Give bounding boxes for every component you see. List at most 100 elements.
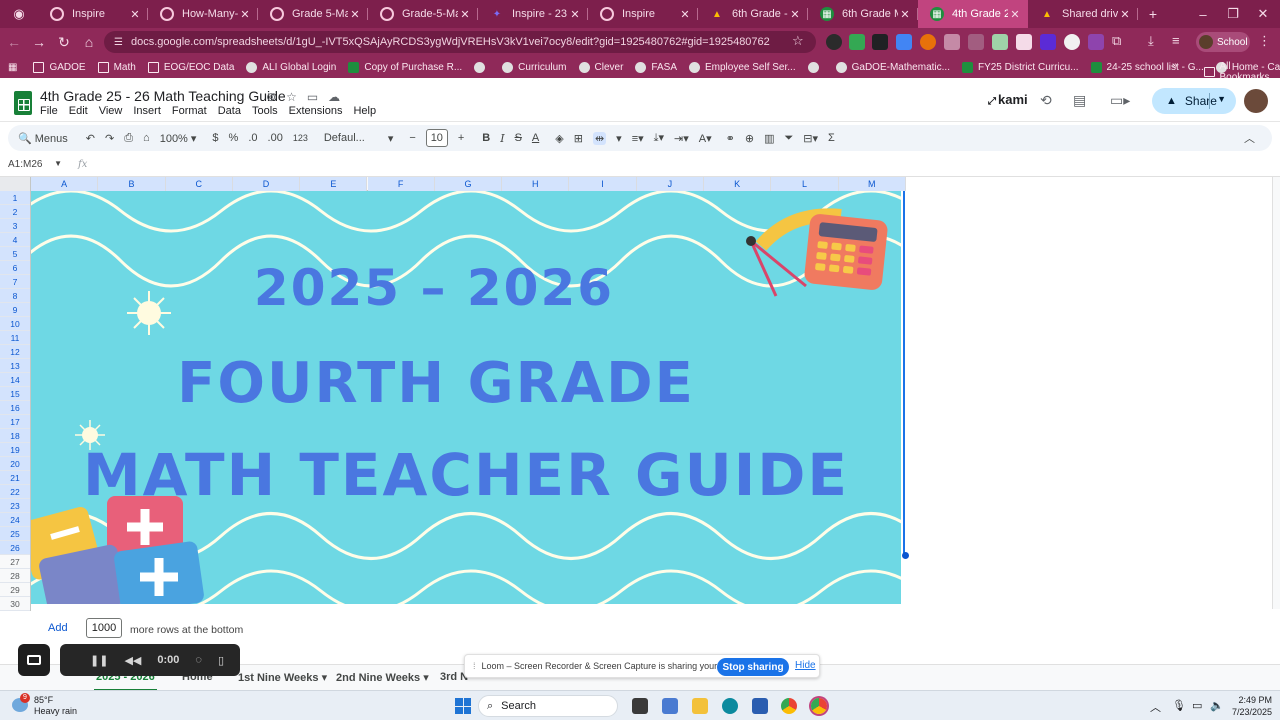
bookmark-item[interactable]: GADOE <box>33 61 86 73</box>
browser-tab[interactable]: ▲ Shared drives - G✕ <box>1028 0 1138 28</box>
column-header[interactable]: G <box>434 177 503 191</box>
font-select-chevron-icon[interactable]: ▾ <box>388 132 394 145</box>
sheet-tab[interactable]: 2nd Nine Weeks ▾ <box>336 671 429 684</box>
tray-overflow-icon[interactable]: ︿ <box>1150 699 1161 715</box>
apps-grid-icon[interactable]: ▦ <box>8 62 17 73</box>
restore-icon[interactable]: ❐ <box>1218 0 1248 28</box>
browser-tab[interactable]: Inspire ✕ <box>38 0 148 28</box>
title-banner-image[interactable]: 2025 – 2026 FOURTH GRADE MATH TEACHER GU… <box>31 191 901 604</box>
bookmark-item[interactable]: FASA <box>635 61 677 73</box>
row-header[interactable]: 30 <box>0 597 30 611</box>
row-header[interactable]: 2 <box>0 205 30 219</box>
loom-camera-button[interactable] <box>18 644 50 676</box>
star-icon[interactable]: ☆ <box>286 90 297 104</box>
trash-icon[interactable]: ▯ <box>218 654 224 667</box>
text-color-icon[interactable]: A <box>532 132 539 144</box>
site-info-icon[interactable]: ☰ <box>114 37 123 48</box>
row-header[interactable]: 6 <box>0 261 30 275</box>
drag-handle-icon[interactable]: ⁞ <box>473 661 476 671</box>
close-tab-icon[interactable]: ✕ <box>678 8 692 21</box>
close-tab-icon[interactable]: ✕ <box>348 8 362 21</box>
bookmark-item[interactable]: 24-25 school list - G... <box>1090 61 1204 73</box>
restart-icon[interactable]: ◌ <box>195 654 202 666</box>
zoom-select[interactable]: 100% ▾ <box>160 132 197 145</box>
font-select[interactable]: Defaul... <box>324 132 378 144</box>
formula-input[interactable] <box>87 156 1280 174</box>
bookmark-item[interactable] <box>474 61 490 73</box>
select-all-corner[interactable] <box>0 177 31 191</box>
row-header[interactable]: 16 <box>0 401 30 415</box>
borders-icon[interactable]: ⊞ <box>574 132 583 145</box>
share-button[interactable]: ▲ Share ▼ <box>1152 88 1236 114</box>
fill-color-icon[interactable]: ◈ <box>555 132 563 145</box>
row-header[interactable]: 25 <box>0 527 30 541</box>
store-icon[interactable] <box>752 698 768 714</box>
name-box[interactable]: A1:M26 ▼ <box>0 159 68 170</box>
close-tab-icon[interactable]: ✕ <box>898 8 912 21</box>
row-header[interactable]: 4 <box>0 233 30 247</box>
chevron-down-icon[interactable]: ▼ <box>1217 94 1226 104</box>
extension-icon[interactable] <box>849 34 865 50</box>
column-header[interactable]: K <box>704 177 772 191</box>
align-horizontal-icon[interactable]: ≡▾ <box>632 132 644 145</box>
bookmark-item[interactable]: ALI Global Login <box>246 61 336 73</box>
chrome-icon[interactable] <box>781 698 797 714</box>
print-icon[interactable]: ⎙ <box>124 132 133 145</box>
extension-icon[interactable] <box>944 34 960 50</box>
stop-sharing-button[interactable]: Stop sharing <box>717 658 789 676</box>
row-header[interactable]: 11 <box>0 331 30 345</box>
filter-icon[interactable]: ⏷ <box>784 132 793 145</box>
menu-file[interactable]: File <box>40 105 58 117</box>
vertical-scrollbar[interactable] <box>1272 177 1280 609</box>
close-tab-icon[interactable]: ✕ <box>458 8 472 21</box>
browser-tab[interactable]: ✦ Inspire - 23 July 2✕ <box>478 0 588 28</box>
bold-icon[interactable]: B <box>482 132 490 144</box>
extension-icon[interactable] <box>992 34 1008 50</box>
close-tab-icon[interactable]: ✕ <box>238 8 252 21</box>
display-icon[interactable]: ▭ <box>1192 699 1202 712</box>
bookmark-item[interactable]: Copy of Purchase R... <box>348 61 462 73</box>
close-tab-icon[interactable]: ✕ <box>1008 8 1022 21</box>
merge-chevron-icon[interactable]: ▾ <box>616 132 622 145</box>
move-folder-icon[interactable]: ▭ <box>307 90 318 104</box>
menu-data[interactable]: Data <box>218 105 241 117</box>
doc-status-icon[interactable]: ⊚ <box>266 90 276 104</box>
bookmark-item[interactable]: FY25 District Curricu... <box>961 61 1079 73</box>
name-box-chevron-icon[interactable]: ▼ <box>54 159 62 170</box>
extension-icon[interactable] <box>872 34 888 50</box>
spreadsheet-grid[interactable]: ABCDEFGHIJKLM 1 2 3 4 5 6 7 8 9 10 11 12 13 14 15 16 17 1… <box>0 177 1280 611</box>
chrome-profile-icon[interactable] <box>811 698 827 714</box>
cloud-saved-icon[interactable]: ☁ <box>328 90 340 104</box>
row-header[interactable]: 13 <box>0 359 30 373</box>
insert-chart-icon[interactable]: ▥ <box>764 132 774 145</box>
bookmark-item[interactable] <box>807 61 824 73</box>
menu-insert[interactable]: Insert <box>133 105 161 117</box>
teams-icon[interactable] <box>662 698 678 714</box>
browser-tab[interactable]: Grade-5-Mathem✕ <box>368 0 478 28</box>
row-header[interactable]: 7 <box>0 275 30 289</box>
extension-icon[interactable] <box>1088 34 1104 50</box>
row-header[interactable]: 1 <box>0 191 30 205</box>
text-rotation-icon[interactable]: A▾ <box>699 132 712 145</box>
edge-icon[interactable] <box>722 698 738 714</box>
close-tab-icon[interactable]: ✕ <box>1118 8 1132 21</box>
merge-cells-icon[interactable]: ⇹ <box>592 131 607 145</box>
back-icon[interactable]: ← <box>2 30 26 54</box>
kami-button[interactable]: ⤢ kami <box>988 92 1028 107</box>
increase-decimal-button[interactable]: .00 <box>268 132 283 144</box>
new-tab-button[interactable]: + <box>1138 6 1168 22</box>
bookmark-item[interactable]: Math <box>97 61 136 73</box>
row-header[interactable]: 20 <box>0 457 30 471</box>
column-header[interactable]: B <box>98 177 166 191</box>
resize-handle[interactable] <box>902 552 909 559</box>
close-tab-icon[interactable]: ✕ <box>568 8 582 21</box>
row-header[interactable]: 10 <box>0 317 30 331</box>
undo-icon[interactable]: ↶ <box>86 132 95 145</box>
taskbar-clock[interactable]: 2:49 PM 7/23/2025 <box>1226 694 1272 718</box>
row-header[interactable]: 17 <box>0 415 30 429</box>
browser-tab[interactable]: How-Many-Ways✕ <box>148 0 258 28</box>
row-header[interactable]: 14 <box>0 373 30 387</box>
row-header[interactable]: 8 <box>0 289 30 303</box>
row-header[interactable]: 28 <box>0 569 30 583</box>
pause-icon[interactable]: ❚❚ <box>90 654 108 667</box>
